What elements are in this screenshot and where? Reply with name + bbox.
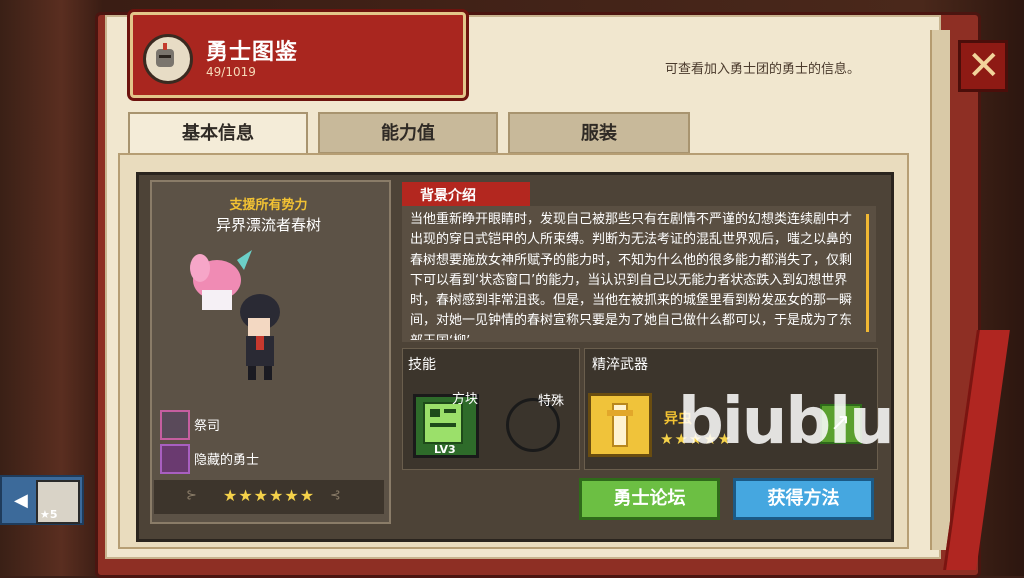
page-title: 勇士图鉴 bbox=[206, 40, 299, 65]
tab-basic-info[interactable]: 基本信息 bbox=[128, 112, 308, 158]
obtain-method-button[interactable]: 获得方法 bbox=[733, 478, 874, 520]
character-star-rating: ★★★★★★ bbox=[222, 486, 316, 505]
story-text[interactable]: 当他重新睁开眼睛时，发现自己被那些只有在剧情不严谨的幻想类连续剧中才出现的穿日式… bbox=[410, 210, 860, 340]
weapon-icon[interactable] bbox=[588, 393, 652, 457]
hidden-hero-icon bbox=[160, 444, 190, 474]
collection-count: 49/1019 bbox=[206, 65, 256, 79]
knight-helmet-icon bbox=[143, 34, 193, 84]
skill-level: LV3 bbox=[434, 443, 456, 456]
character-name: 异界漂流者春树 bbox=[215, 216, 321, 234]
priest-class-icon bbox=[160, 410, 190, 440]
arrow-left-icon: ◀ bbox=[14, 490, 28, 511]
close-icon: ✕ bbox=[967, 43, 1001, 89]
page-edge bbox=[930, 30, 950, 550]
block-skill-label: 方块 bbox=[452, 392, 479, 407]
character-affiliation: 支援所有势力 bbox=[229, 198, 308, 213]
previous-hero-badge: ★5 bbox=[40, 508, 58, 521]
page-description: 可查看加入勇士团的勇士的信息。 bbox=[664, 62, 860, 77]
special-skill-label: 特殊 bbox=[538, 394, 565, 409]
character-portrait[interactable] bbox=[182, 240, 312, 390]
watermark: biublu bbox=[678, 385, 895, 459]
character-class: 祭司 bbox=[194, 419, 221, 434]
hero-forum-button[interactable]: 勇士论坛 bbox=[579, 478, 720, 520]
weapon-title: 精淬武器 bbox=[592, 357, 648, 373]
hidden-hero-label: 隐藏的勇士 bbox=[194, 453, 260, 468]
close-button[interactable]: ✕ bbox=[958, 40, 1008, 92]
story-title: 背景介绍 bbox=[420, 188, 476, 204]
tab-stats[interactable]: 能力值 bbox=[318, 112, 498, 154]
tab-costume[interactable]: 服装 bbox=[508, 112, 690, 154]
skills-title: 技能 bbox=[408, 357, 436, 373]
story-scrollbar[interactable] bbox=[866, 214, 869, 332]
